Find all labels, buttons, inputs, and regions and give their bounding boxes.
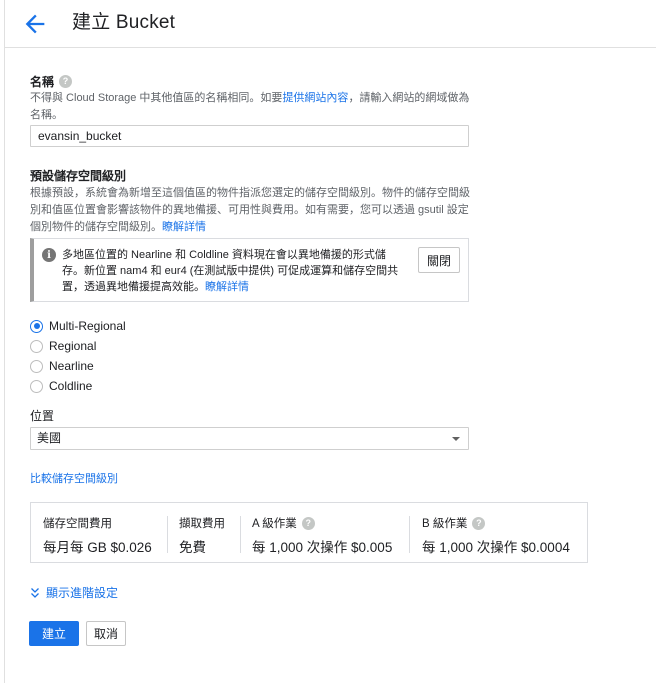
compare-storage-classes-link[interactable]: 比較儲存空間級別 xyxy=(30,470,118,486)
pricing-summary: 儲存空間費用 每月每 GB $0.026 擷取費用 免費 A 級作業? 每 1,… xyxy=(30,502,588,563)
radio-unchecked-icon[interactable] xyxy=(30,379,43,393)
price-title: 儲存空間費用 xyxy=(43,518,112,530)
radio-multi-regional[interactable]: Multi-Regional xyxy=(30,316,126,336)
cancel-button[interactable]: 取消 xyxy=(86,621,126,646)
radio-checked-icon[interactable] xyxy=(30,319,43,333)
learn-more-link[interactable]: 瞭解詳情 xyxy=(162,221,206,233)
name-label: 名稱 xyxy=(30,74,55,89)
class-b-ops-column: B 級作業? 每 1,000 次操作 $0.0004 xyxy=(422,515,570,556)
radio-label: Coldline xyxy=(49,379,93,393)
price-value: 每月每 GB $0.026 xyxy=(43,540,152,555)
create-button[interactable]: 建立 xyxy=(29,621,79,646)
radio-label: Regional xyxy=(49,339,97,353)
radio-regional[interactable]: Regional xyxy=(30,336,126,356)
radio-label: Multi-Regional xyxy=(49,319,126,333)
storage-class-desc-text: 根據預設，系統會為新增至這個值區的物件指派您選定的儲存空間級別。物件的儲存空間級… xyxy=(30,187,470,233)
help-icon[interactable]: ? xyxy=(59,74,73,88)
name-help-before: 不得與 Cloud Storage 中其他值區的名稱相同。如要 xyxy=(30,92,283,104)
serve-website-link[interactable]: 提供網站內容 xyxy=(282,92,348,104)
back-button[interactable] xyxy=(21,10,49,38)
chevron-double-down-icon xyxy=(31,587,39,598)
info-notice: i 多地區位置的 Nearline 和 Coldline 資料現在會以異地備援的… xyxy=(30,238,469,302)
left-border xyxy=(4,0,5,683)
location-selected-value: 美國 xyxy=(37,431,62,445)
name-help-text: 不得與 Cloud Storage 中其他值區的名稱相同。如要提供網站內容，請輸… xyxy=(30,90,470,124)
radio-nearline[interactable]: Nearline xyxy=(30,356,126,376)
help-icon[interactable]: ? xyxy=(472,516,486,530)
radio-unchecked-icon[interactable] xyxy=(30,359,43,373)
location-label: 位置 xyxy=(30,409,55,423)
page-title: 建立 Bucket xyxy=(72,12,176,33)
storage-class-description: 根據預設，系統會為新增至這個值區的物件指派您選定的儲存空間級別。物件的儲存空間級… xyxy=(30,185,470,236)
notice-text: 多地區位置的 Nearline 和 Coldline 資料現在會以異地備援的形式… xyxy=(62,247,402,295)
price-title: B 級作業 xyxy=(422,518,468,530)
arrow-back-icon xyxy=(25,14,45,34)
show-advanced-settings-toggle[interactable]: 顯示進階設定 xyxy=(30,584,118,601)
info-icon: i xyxy=(42,248,56,262)
radio-unchecked-icon[interactable] xyxy=(30,339,43,353)
price-title: 擷取費用 xyxy=(179,518,225,530)
advanced-settings-label: 顯示進階設定 xyxy=(46,586,119,600)
storage-class-label: 預設儲存空間級別 xyxy=(30,169,127,183)
notice-learn-more-link[interactable]: 瞭解詳情 xyxy=(205,281,249,293)
price-title: A 級作業 xyxy=(252,518,297,530)
storage-cost-column: 儲存空間費用 每月每 GB $0.026 xyxy=(43,515,152,556)
storage-class-section: 預設儲存空間級別 根據預設，系統會為新增至這個值區的物件指派您選定的儲存空間級別… xyxy=(30,168,470,236)
column-divider xyxy=(409,516,410,553)
price-value: 每 1,000 次操作 $0.005 xyxy=(252,540,393,555)
help-icon[interactable]: ? xyxy=(301,516,315,530)
bucket-name-input[interactable] xyxy=(30,125,469,147)
column-divider xyxy=(167,516,168,553)
price-value: 每 1,000 次操作 $0.0004 xyxy=(422,540,570,555)
header-bar: 建立 Bucket xyxy=(5,0,656,48)
price-value: 免費 xyxy=(179,540,206,555)
location-select[interactable]: 美國 xyxy=(30,427,469,450)
name-section: 名稱 ? 不得與 Cloud Storage 中其他值區的名稱相同。如要提供網站… xyxy=(30,73,470,124)
dropdown-arrow-icon xyxy=(452,437,460,441)
retrieval-cost-column: 擷取費用 免費 xyxy=(179,515,225,556)
class-a-ops-column: A 級作業? 每 1,000 次操作 $0.005 xyxy=(252,515,392,556)
column-divider xyxy=(240,516,241,553)
close-notice-button[interactable]: 關閉 xyxy=(418,247,460,273)
radio-coldline[interactable]: Coldline xyxy=(30,376,126,396)
storage-class-radio-group: Multi-Regional Regional Nearline Coldlin… xyxy=(30,316,126,396)
radio-label: Nearline xyxy=(49,359,94,373)
